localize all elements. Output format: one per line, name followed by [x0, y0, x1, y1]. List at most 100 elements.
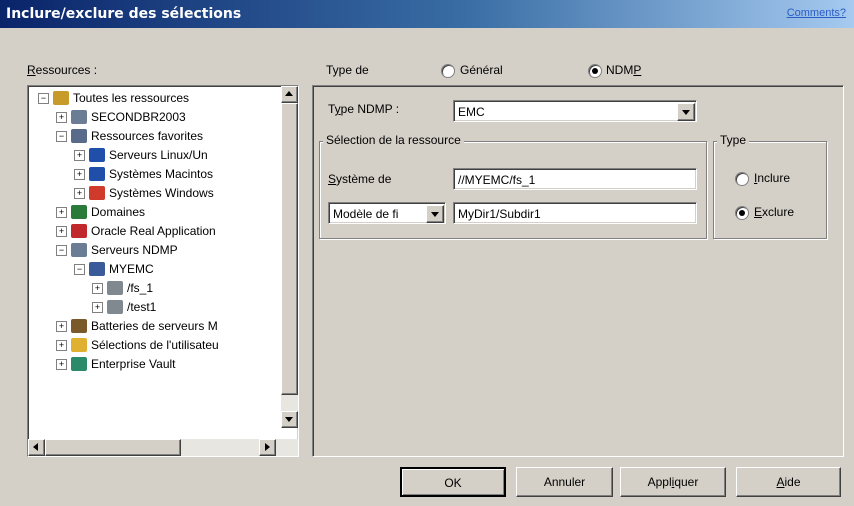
ndmp-type-dropdown[interactable]: EMC	[453, 100, 697, 122]
tree-item-label: /test1	[127, 300, 157, 314]
arrow-up-icon	[285, 91, 293, 96]
radio-include-text: nclure	[757, 171, 791, 185]
radio-ndmp-text: NDM	[606, 63, 634, 77]
help-label-text: ide	[784, 475, 801, 489]
tree-item[interactable]: + SECONDBR2003	[28, 108, 276, 126]
scroll-up-button[interactable]	[281, 86, 298, 103]
apply-button[interactable]: Appliquer	[620, 467, 726, 497]
ndmp-type-label-post: pe NDMP :	[340, 102, 400, 116]
pattern-type-dropdown[interactable]: Modèle de fi	[328, 202, 446, 224]
radio-ndmp-label: NDMP	[606, 63, 641, 77]
vertical-scroll-thumb[interactable]	[281, 103, 298, 395]
ndmp-panel: Type NDMP : EMC Sélection de la ressourc…	[312, 85, 844, 457]
dialog-window: Inclure/exclure des sélections Comments?…	[0, 0, 854, 506]
comments-link[interactable]: Comments?	[787, 7, 846, 19]
expand-icon[interactable]: +	[92, 302, 103, 313]
chevron-down-icon	[431, 212, 439, 217]
vertical-scrollbar[interactable]	[281, 86, 298, 428]
domain-icon	[71, 205, 87, 219]
collapse-icon[interactable]: −	[56, 245, 67, 256]
tree-item-label: Serveurs Linux/Un	[109, 148, 208, 162]
expand-icon[interactable]: +	[56, 112, 67, 123]
collapse-icon[interactable]: −	[74, 264, 85, 275]
scroll-left-button[interactable]	[28, 439, 45, 456]
drive-icon	[107, 281, 123, 295]
tree-item[interactable]: − Serveurs NDMP	[28, 241, 276, 259]
system-label-mnemonic: S	[328, 172, 337, 186]
tree-item[interactable]: − MYEMC	[28, 260, 276, 278]
database-icon	[71, 224, 87, 238]
tree-item[interactable]: + /fs_1	[28, 279, 276, 297]
radio-exclude[interactable]	[735, 206, 749, 220]
resource-selection-group	[319, 141, 707, 239]
server-icon	[71, 110, 87, 124]
tree-item[interactable]: + /test1	[28, 298, 276, 316]
radio-selected-dot	[739, 210, 745, 216]
type-group	[713, 141, 827, 239]
tree-item[interactable]: + Enterprise Vault	[28, 355, 276, 373]
collapse-icon[interactable]: −	[38, 93, 49, 104]
resources-label-text: essources :	[35, 63, 98, 77]
pattern-input[interactable]: MyDir1/Subdir1	[453, 202, 697, 224]
type-de-label: Type de	[326, 63, 369, 77]
resource-selection-legend: Sélection de la ressource	[323, 133, 464, 147]
all-resources-icon	[53, 91, 69, 105]
expand-icon[interactable]: +	[56, 321, 67, 332]
expand-icon[interactable]: +	[92, 283, 103, 294]
tree-item-label: Ressources favorites	[91, 129, 204, 143]
tree-item-label: Domaines	[91, 205, 146, 219]
radio-include[interactable]	[735, 172, 749, 186]
ndmp-type-label: Type NDMP :	[328, 102, 399, 116]
expand-icon[interactable]: +	[74, 150, 85, 161]
radio-ndmp[interactable]	[588, 64, 602, 78]
horizontal-scrollbar[interactable]	[28, 439, 298, 456]
arrow-right-icon	[265, 443, 270, 451]
apply-label-pre: Appl	[647, 475, 672, 489]
tree-item-label: MYEMC	[109, 262, 154, 276]
tree-item[interactable]: + Batteries de serveurs M	[28, 317, 276, 335]
help-button[interactable]: Aide	[736, 467, 841, 497]
drive-icon	[107, 300, 123, 314]
monitor-icon	[89, 148, 105, 162]
cancel-button[interactable]: Annuler	[516, 467, 613, 497]
tree-item-label: Oracle Real Application	[91, 224, 216, 238]
expand-icon[interactable]: +	[74, 188, 85, 199]
expand-icon[interactable]: +	[74, 169, 85, 180]
tree-item[interactable]: − Ressources favorites	[28, 127, 276, 145]
tree-item-label: Serveurs NDMP	[91, 243, 178, 257]
tree-item[interactable]: − Toutes les ressources	[28, 89, 276, 107]
tree-item-label: Enterprise Vault	[91, 357, 176, 371]
expand-icon[interactable]: +	[56, 359, 67, 370]
resources-tree[interactable]: − Toutes les ressources + SECONDBR2003 − Ress…	[27, 85, 299, 457]
radio-exclude-text: xclure	[762, 205, 795, 219]
tree-item-label: SECONDBR2003	[91, 110, 186, 124]
tree-item-label: Toutes les ressources	[73, 91, 190, 105]
ok-button[interactable]: OK	[400, 467, 506, 497]
ndmp-type-dropdown-button[interactable]	[677, 103, 695, 121]
horizontal-scroll-thumb[interactable]	[45, 439, 181, 456]
expand-icon[interactable]: +	[56, 340, 67, 351]
tree-item[interactable]: + Systèmes Macintos	[28, 165, 276, 183]
arrow-left-icon	[33, 443, 38, 451]
system-label: Système de	[328, 172, 391, 186]
expand-icon[interactable]: +	[56, 226, 67, 237]
pattern-type-dropdown-button[interactable]	[426, 205, 444, 223]
resources-label: Ressources :	[27, 63, 97, 77]
collapse-icon[interactable]: −	[56, 131, 67, 142]
tree-item[interactable]: + Oracle Real Application	[28, 222, 276, 240]
system-label-text: ystème de	[336, 172, 392, 186]
radio-general[interactable]	[441, 64, 455, 78]
scroll-right-button[interactable]	[259, 439, 276, 456]
chevron-down-icon	[682, 110, 690, 115]
tree-item[interactable]: + Sélections de l'utilisateu	[28, 336, 276, 354]
pattern-type-value: Modèle de fi	[333, 207, 399, 221]
tree-item[interactable]: + Serveurs Linux/Un	[28, 146, 276, 164]
system-input[interactable]: //MYEMC/fs_1	[453, 168, 697, 190]
expand-icon[interactable]: +	[56, 207, 67, 218]
ndmp-type-value: EMC	[458, 105, 485, 119]
scroll-down-button[interactable]	[281, 411, 298, 428]
tree-item[interactable]: + Systèmes Windows	[28, 184, 276, 202]
tree-content: − Toutes les ressources + SECONDBR2003 − Ress…	[28, 86, 276, 428]
tree-item[interactable]: + Domaines	[28, 203, 276, 221]
tree-item-label: Systèmes Macintos	[109, 167, 214, 181]
